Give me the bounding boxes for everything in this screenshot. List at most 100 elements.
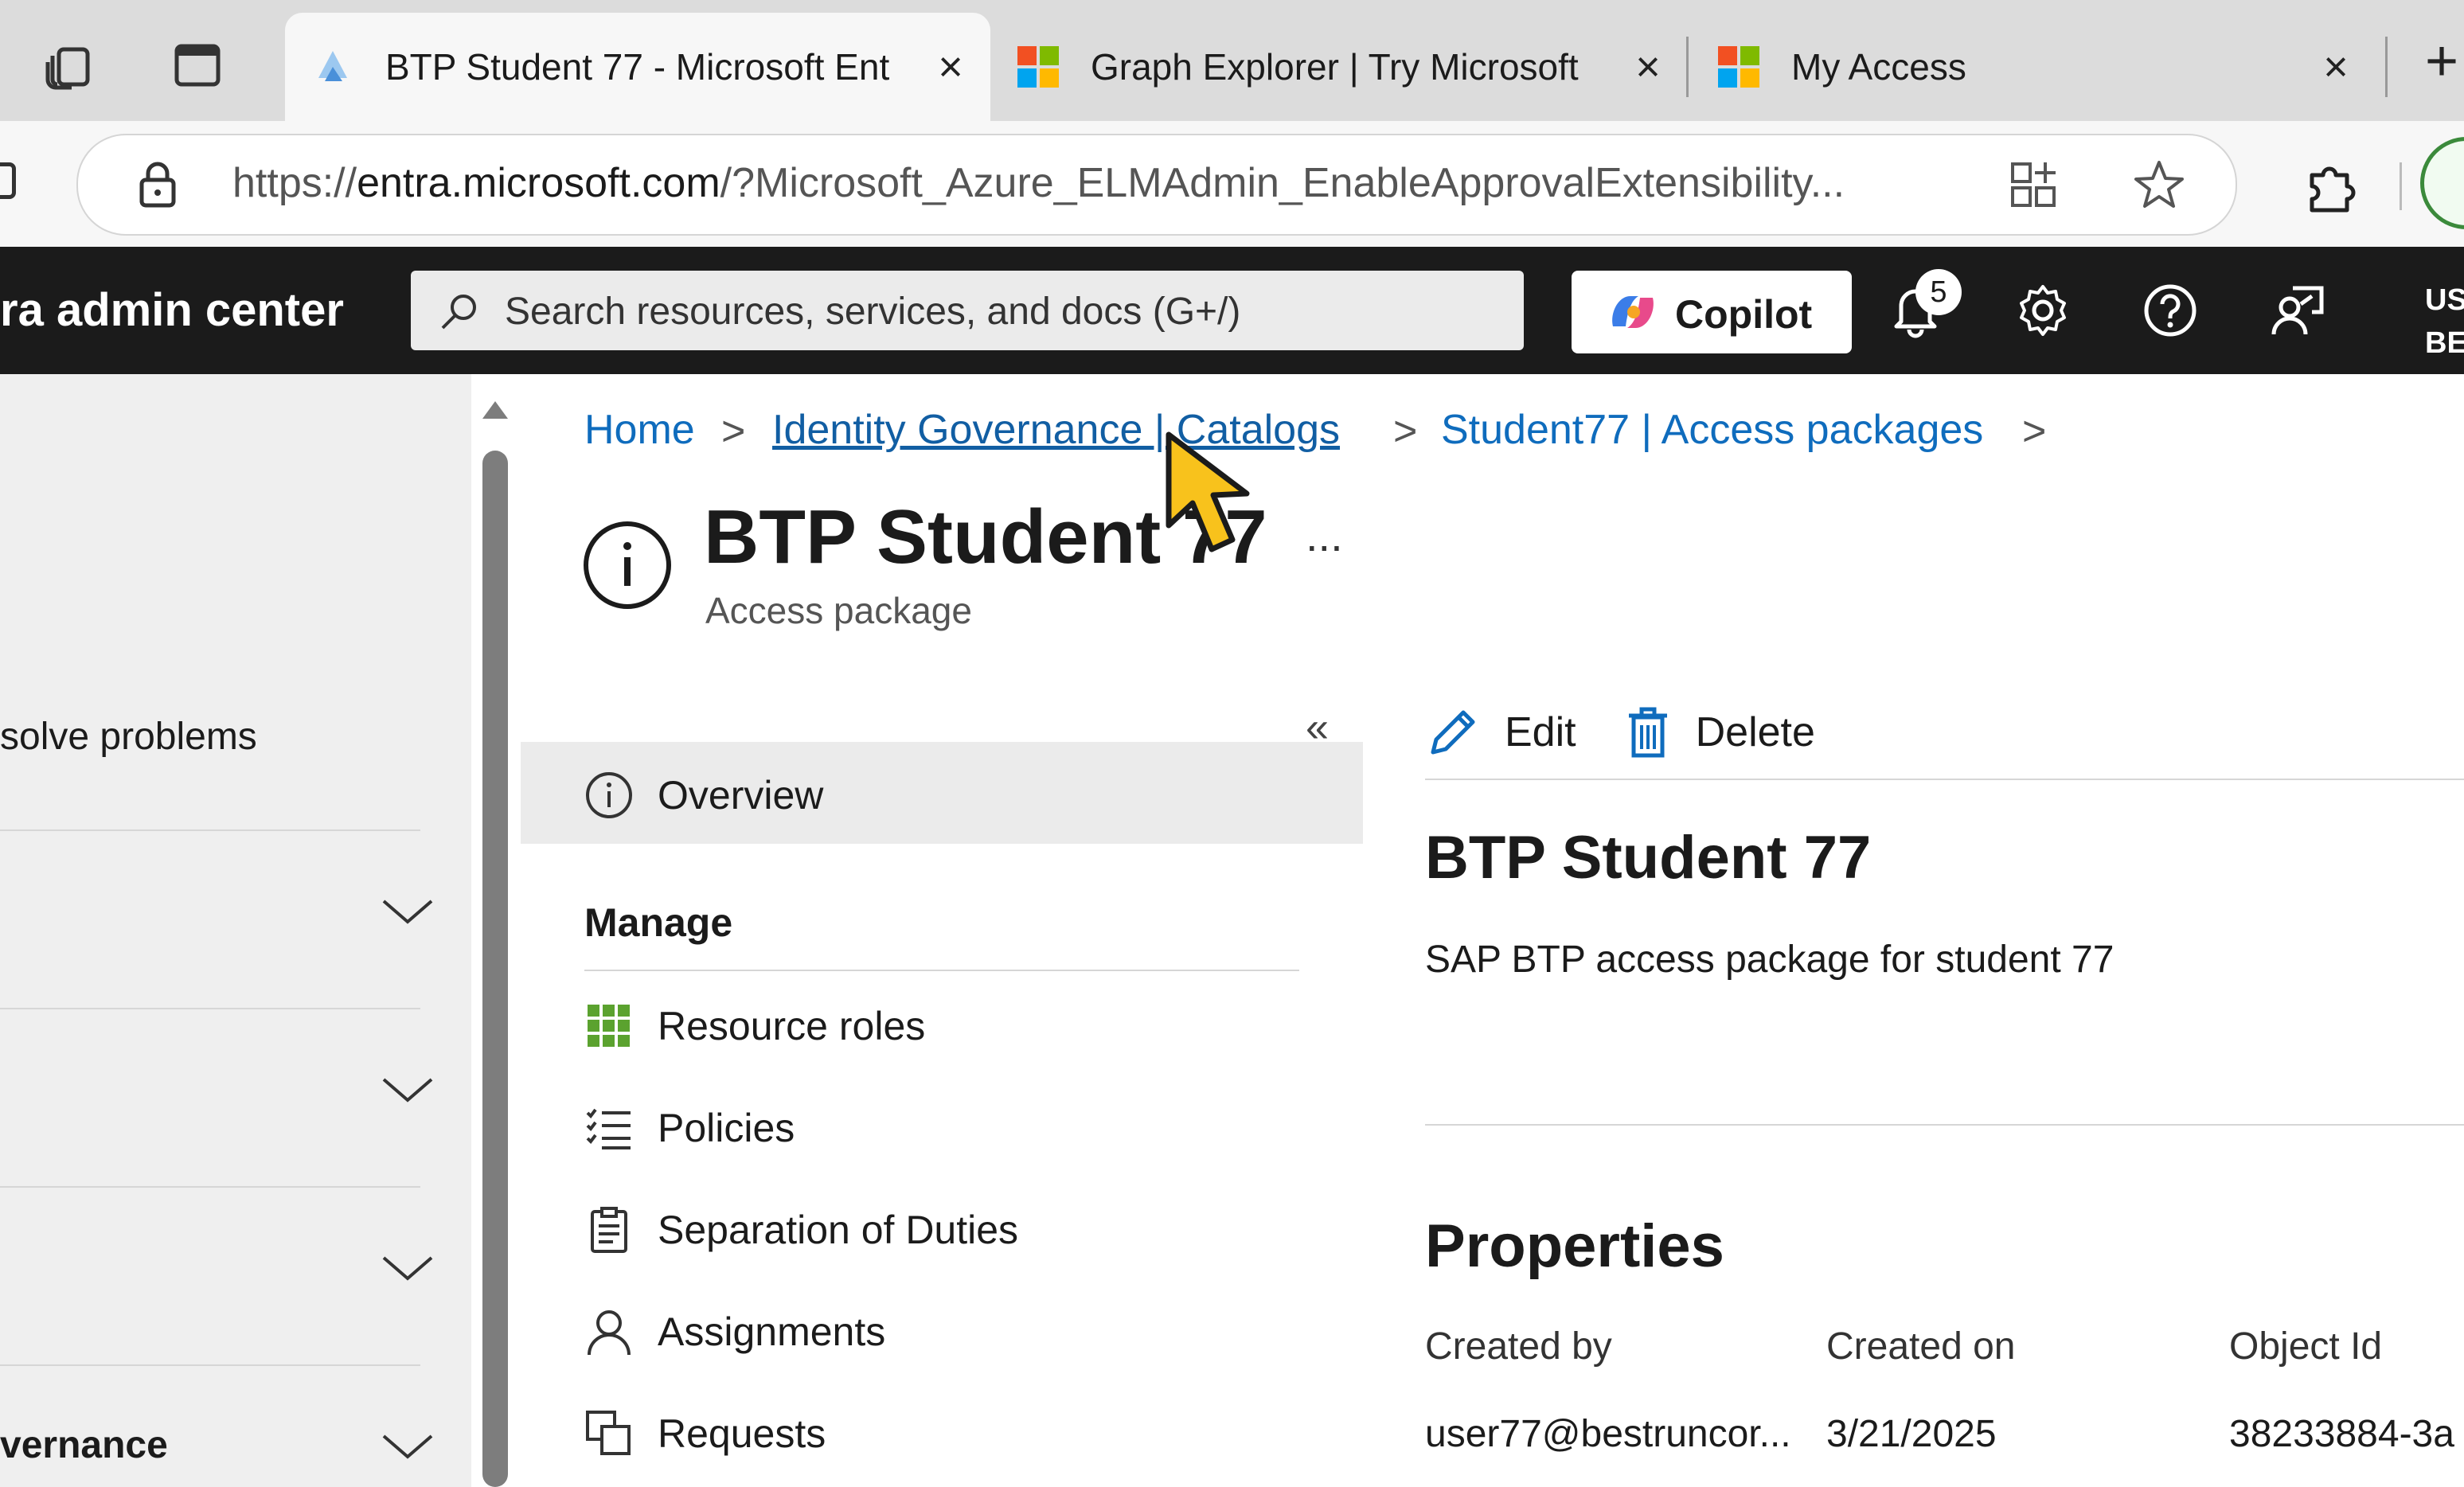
nav-divider — [0, 1186, 420, 1188]
subnav-label: Requests — [658, 1411, 826, 1456]
properties-heading: Properties — [1425, 1212, 1724, 1280]
tab-entra[interactable]: BTP Student 77 - Microsoft Ent × — [285, 13, 990, 121]
trash-icon — [1628, 707, 1667, 758]
lock-icon[interactable] — [134, 159, 182, 210]
portal-brand[interactable]: ra admin center — [0, 283, 344, 337]
portal-header: ra admin center Search resources, servic… — [0, 247, 2464, 374]
left-navigation: solve problems vernance — [0, 374, 471, 1487]
subnav-label: Separation of Duties — [658, 1208, 1019, 1252]
copilot-button[interactable]: Copilot — [1572, 271, 1852, 353]
breadcrumb-separator: > — [721, 408, 746, 455]
nav-scrollbar[interactable] — [471, 374, 519, 1487]
address-bar-row: https://entra.microsoft.com/?Microsoft_A… — [0, 121, 2464, 247]
toolbar-divider — [2400, 162, 2402, 210]
tab-title: BTP Student 77 - Microsoft Ent — [385, 46, 890, 88]
subnav-item-separation-of-duties[interactable]: Separation of Duties — [584, 1205, 1018, 1255]
nav-item-diagnose[interactable]: solve problems — [0, 715, 257, 759]
user-tenant: BES — [2425, 326, 2464, 360]
feedback-icon[interactable] — [2269, 282, 2326, 339]
workspaces-icon[interactable] — [41, 38, 99, 96]
nav-divider — [0, 1364, 420, 1366]
subnav-item-resource-roles[interactable]: Resource roles — [584, 1001, 925, 1051]
scroll-up-icon[interactable] — [481, 398, 510, 420]
subnav-item-overview[interactable]: Overview — [584, 771, 823, 820]
tab-divider — [2385, 37, 2388, 97]
edit-label: Edit — [1505, 709, 1576, 755]
microsoft-logo-icon — [1718, 46, 1759, 88]
breadcrumb-access-packages[interactable]: Student77 | Access packages — [1441, 406, 1983, 454]
breadcrumb-separator: > — [2022, 408, 2047, 455]
person-icon — [588, 1310, 631, 1356]
nav-divider — [0, 829, 420, 831]
breadcrumb-home[interactable]: Home — [584, 406, 695, 454]
chevron-down-icon[interactable] — [379, 895, 436, 927]
microsoft-logo-icon — [1017, 46, 1059, 88]
manage-divider — [584, 970, 1299, 971]
nav-item-identity-governance[interactable]: vernance — [0, 1423, 168, 1467]
app-available-icon[interactable] — [2008, 159, 2059, 210]
favorite-star-icon[interactable] — [2132, 158, 2186, 212]
package-description: SAP BTP access package for student 77 — [1425, 939, 2115, 981]
subnav-label: Assignments — [658, 1309, 886, 1354]
url-text: https://entra.microsoft.com/?Microsoft_A… — [232, 160, 1845, 206]
delete-label: Delete — [1695, 709, 1815, 755]
requests-icon — [586, 1411, 631, 1455]
tab-title: My Access — [1791, 46, 1966, 88]
extensions-icon[interactable] — [2301, 158, 2358, 215]
copilot-icon — [1612, 296, 1654, 328]
close-tab-icon[interactable]: × — [927, 42, 974, 92]
policies-list-icon — [586, 1108, 631, 1149]
tab-my-access[interactable]: My Access × — [1691, 13, 2376, 121]
close-tab-icon[interactable]: × — [2312, 42, 2360, 92]
tab-actions-icon[interactable] — [172, 40, 223, 91]
subnav-item-assignments[interactable]: Assignments — [584, 1307, 885, 1356]
breadcrumb-separator: > — [1393, 408, 1418, 455]
created-by-value: user77@bestruncor... — [1425, 1413, 1791, 1455]
info-icon — [584, 521, 671, 609]
created-on-value: 3/21/2025 — [1826, 1413, 1997, 1455]
clipboard-icon — [591, 1207, 627, 1253]
subnav-label: Overview — [658, 773, 824, 818]
more-actions-button[interactable]: ... — [1306, 509, 1343, 561]
delete-button[interactable]: Delete — [1624, 704, 1815, 760]
browser-tab-strip: BTP Student 77 - Microsoft Ent × Graph E… — [0, 0, 2464, 121]
command-bar: Edit Delete — [1425, 693, 1863, 772]
account-info[interactable]: US BES — [2425, 279, 2464, 365]
search-placeholder: Search resources, services, and docs (G+… — [505, 291, 1241, 333]
chevron-down-icon[interactable] — [379, 1251, 436, 1283]
chevron-down-icon[interactable] — [379, 1073, 436, 1105]
profile-avatar[interactable] — [2420, 137, 2464, 229]
info-icon — [586, 772, 632, 818]
home-icon[interactable] — [0, 162, 16, 199]
url-field[interactable]: https://entra.microsoft.com/?Microsoft_A… — [76, 134, 2237, 236]
entra-icon — [318, 51, 347, 81]
tab-graph-explorer[interactable]: Graph Explorer | Try Microsoft × — [990, 13, 1688, 121]
chevron-down-icon[interactable] — [379, 1430, 436, 1462]
close-tab-icon[interactable]: × — [1624, 42, 1672, 92]
object-id-label: Object Id — [2229, 1325, 2383, 1368]
package-name-heading: BTP Student 77 — [1425, 824, 1872, 892]
nav-divider — [0, 1008, 420, 1009]
settings-gear-icon[interactable] — [2014, 282, 2072, 339]
mouse-pointer-icon — [1166, 431, 1250, 552]
user-name: US — [2425, 283, 2464, 317]
created-on-label: Created on — [1826, 1325, 2016, 1368]
new-tab-icon[interactable]: + — [2425, 29, 2458, 94]
copilot-label: Copilot — [1675, 292, 1813, 337]
manage-heading: Manage — [584, 900, 733, 945]
subnav-label: Policies — [658, 1106, 795, 1150]
edit-button[interactable]: Edit — [1425, 704, 1576, 760]
global-search-input[interactable]: Search resources, services, and docs (G+… — [411, 271, 1524, 350]
help-icon[interactable] — [2142, 282, 2199, 339]
notification-count-badge: 5 — [1915, 269, 1962, 315]
resource-grid-icon — [588, 1005, 630, 1047]
command-bar-divider — [1425, 779, 2464, 780]
pencil-icon — [1431, 710, 1475, 755]
tab-divider — [1686, 37, 1689, 97]
scrollbar-thumb[interactable] — [482, 451, 508, 1487]
subnav-item-requests[interactable]: Requests — [584, 1409, 826, 1458]
object-id-value[interactable]: 38233884-3a — [2229, 1412, 2454, 1456]
subnav-item-policies[interactable]: Policies — [584, 1103, 795, 1153]
page-subtitle: Access package — [705, 590, 972, 631]
created-by-label: Created by — [1425, 1325, 1612, 1368]
